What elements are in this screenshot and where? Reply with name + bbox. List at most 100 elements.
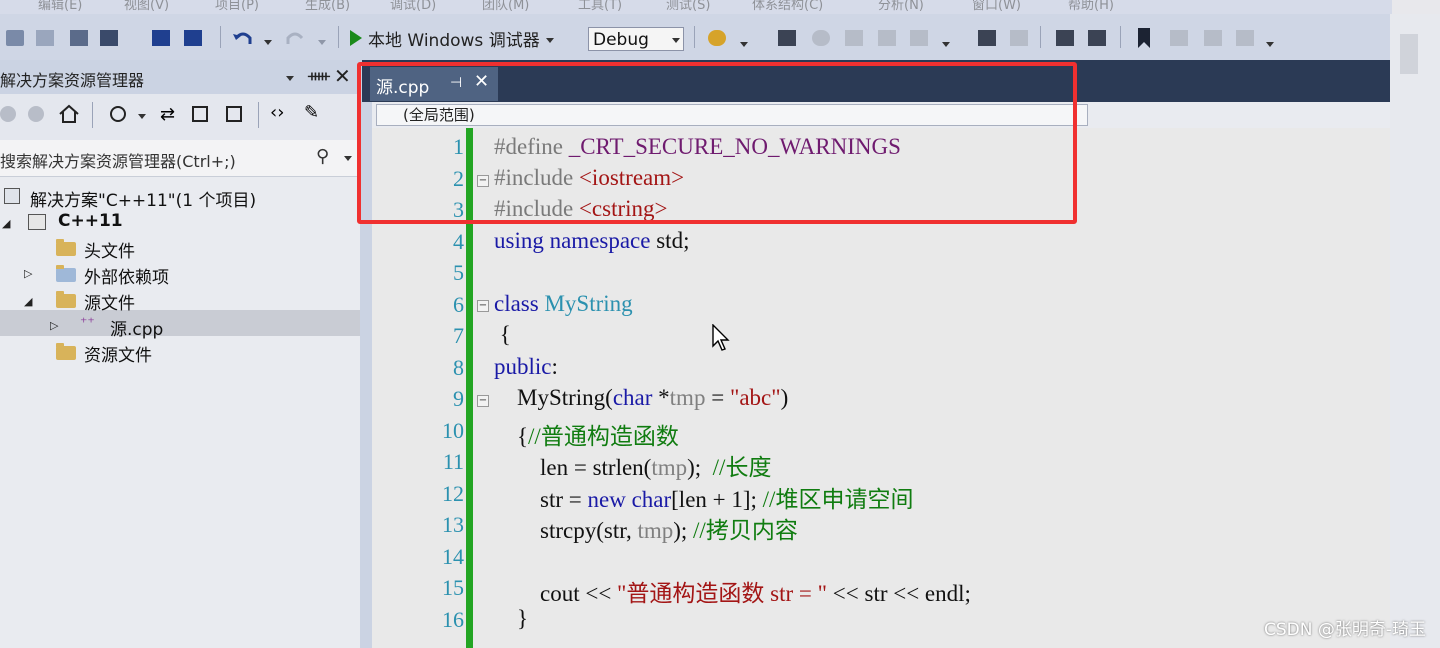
tree-item-solution[interactable]: 解决方案"C++11"(1 个项目) xyxy=(30,186,256,211)
open-file-icon[interactable] xyxy=(70,30,88,46)
code-line: using namespace std; xyxy=(494,228,690,253)
menu-debug[interactable]: 调试(D) xyxy=(390,0,436,13)
save-icon[interactable] xyxy=(152,30,170,46)
step-into-icon[interactable] xyxy=(845,30,863,46)
collapse-all-icon[interactable] xyxy=(192,106,208,122)
toolbar-separator xyxy=(1120,26,1121,48)
code-line: class MyString xyxy=(494,291,633,316)
solution-explorer-toolbar: ⇄ ‹› ✎ xyxy=(0,94,360,141)
sync-icon[interactable] xyxy=(110,106,126,122)
tree-item-project[interactable]: C++11 xyxy=(58,211,123,231)
menu-analyze[interactable]: 分析(N) xyxy=(878,0,924,13)
expand-icon[interactable]: ◢ xyxy=(2,217,10,230)
solution-platforms-icon[interactable] xyxy=(778,30,796,46)
folder-icon xyxy=(56,343,76,360)
collapse-icon[interactable]: ▷ xyxy=(24,267,32,280)
chevron-down-icon[interactable] xyxy=(286,76,294,81)
save-all-icon[interactable] xyxy=(184,30,202,46)
tree-item-header-files[interactable]: 头文件 xyxy=(84,237,135,262)
undo-dropdown-icon[interactable] xyxy=(264,40,272,45)
redo-dropdown-icon[interactable] xyxy=(318,40,326,45)
line-number: 15 xyxy=(442,575,464,600)
properties-icon[interactable]: ✎ xyxy=(304,102,319,123)
new-project-icon[interactable] xyxy=(6,30,24,46)
chevron-down-icon[interactable] xyxy=(138,114,146,119)
menu-tools[interactable]: 工具(T) xyxy=(578,0,622,13)
code-line: len = strlen(tmp); //长度 xyxy=(494,455,772,480)
menu-team[interactable]: 团队(M) xyxy=(482,0,529,13)
code-line: cout << "普通构造函数 str = " << str << endl; xyxy=(494,581,971,606)
tree-item-source-cpp[interactable]: 源.cpp xyxy=(110,315,163,340)
step-out-icon[interactable] xyxy=(878,30,896,46)
line-number: 11 xyxy=(442,449,464,474)
clear-bookmarks-icon[interactable] xyxy=(1236,30,1254,46)
solution-icon xyxy=(4,188,20,204)
next-bookmark-icon[interactable] xyxy=(1204,30,1222,46)
prev-bookmark-icon[interactable] xyxy=(1170,30,1188,46)
open-folder-icon[interactable] xyxy=(100,30,118,46)
collapse-region-icon[interactable]: − xyxy=(477,300,489,312)
step-over-icon[interactable] xyxy=(812,30,830,46)
menu-view[interactable]: 视图(V) xyxy=(124,0,169,13)
find-in-files-icon[interactable] xyxy=(708,30,726,46)
chevron-down-icon[interactable] xyxy=(344,156,352,161)
expand-icon[interactable]: ◢ xyxy=(24,295,32,308)
line-number: 9 xyxy=(453,386,464,411)
bookmark-icon[interactable] xyxy=(1136,28,1152,48)
line-number: 16 xyxy=(442,607,464,632)
collapse-icon[interactable]: ▷ xyxy=(50,319,58,332)
external-deps-icon xyxy=(56,265,76,282)
search-icon[interactable]: ⚲ xyxy=(316,146,329,167)
config-value: Debug xyxy=(593,30,649,50)
menu-edit[interactable]: 编辑(E) xyxy=(38,0,82,13)
tree-item-resource-files[interactable]: 资源文件 xyxy=(84,341,152,366)
standard-toolbar: 本地 Windows 调试器 Debug xyxy=(0,14,1410,61)
start-debugging-button[interactable]: 本地 Windows 调试器 xyxy=(350,27,554,51)
toolbar-separator xyxy=(694,26,695,48)
uncomment-icon[interactable] xyxy=(1088,30,1106,46)
collapse-region-icon[interactable]: − xyxy=(477,395,489,407)
menu-project[interactable]: 项目(P) xyxy=(215,0,259,13)
show-all-files-icon[interactable] xyxy=(226,106,242,122)
line-number: 5 xyxy=(453,260,464,285)
pin-icon[interactable]: ᚔ xyxy=(308,66,330,85)
menu-help[interactable]: 帮助(H) xyxy=(1068,0,1114,13)
watermark: CSDN @张明奇-琦玉 xyxy=(1263,620,1426,640)
toolbar-separator xyxy=(338,26,339,48)
undo-icon[interactable] xyxy=(232,30,254,48)
play-icon xyxy=(350,30,362,46)
solution-search-box[interactable]: 搜索解决方案资源管理器(Ctrl+;) ⚲ xyxy=(0,140,360,177)
scrollbar-thumb[interactable] xyxy=(1400,34,1418,74)
menu-window[interactable]: 窗口(W) xyxy=(972,0,1021,13)
restart-icon[interactable] xyxy=(910,30,928,46)
refresh-icon[interactable]: ⇄ xyxy=(160,104,175,125)
forward-icon[interactable] xyxy=(28,106,44,122)
tree-item-external-deps[interactable]: 外部依赖项 xyxy=(84,263,169,288)
redo-icon[interactable] xyxy=(284,30,306,48)
close-icon[interactable]: ✕ xyxy=(334,64,351,88)
home-icon[interactable] xyxy=(58,104,80,124)
mouse-cursor-icon xyxy=(712,324,730,351)
menu-build[interactable]: 生成(B) xyxy=(305,0,350,13)
bookmark-list-icon[interactable] xyxy=(1010,30,1028,46)
code-line: str = new char[len + 1]; //堆区申请空间 xyxy=(494,487,914,512)
find-dropdown-icon[interactable] xyxy=(740,42,748,47)
tree-item-source-files[interactable]: 源文件 xyxy=(84,289,135,314)
back-icon[interactable] xyxy=(0,106,16,122)
menu-architecture[interactable]: 体系结构(C) xyxy=(752,0,823,13)
panel-title: 解决方案资源管理器 xyxy=(0,71,145,90)
comment-icon[interactable] xyxy=(1056,30,1074,46)
solution-explorer-panel: 解决方案资源管理器 ᚔ ✕ ⇄ ‹› ✎ 搜索解决方案资源管理器(Ctrl+;)… xyxy=(0,60,360,648)
folder-icon xyxy=(56,291,76,308)
menu-test[interactable]: 测试(S) xyxy=(666,0,710,13)
solution-configuration-select[interactable]: Debug xyxy=(588,27,684,51)
debug-dropdown-icon[interactable] xyxy=(942,42,950,47)
line-number: 8 xyxy=(453,355,464,380)
code-line: {//普通构造函数 xyxy=(494,424,679,449)
add-item-icon[interactable] xyxy=(36,30,54,46)
view-code-icon[interactable]: ‹› xyxy=(270,102,284,123)
code-line: public: xyxy=(494,354,558,379)
folder-icon xyxy=(56,239,76,256)
toolbar-options-icon[interactable] xyxy=(1266,42,1274,47)
navigate-icon[interactable] xyxy=(978,30,996,46)
